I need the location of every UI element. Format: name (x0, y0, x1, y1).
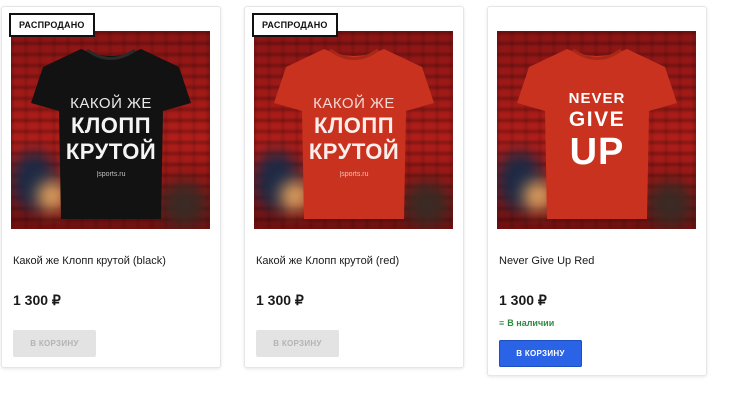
product-image[interactable]: КАКОЙ ЖЕ КЛОПП КРУТОЙ |sports.ru (254, 31, 453, 229)
shirt-print-line: КЛОПП (70, 113, 152, 138)
stock-status: ≡ В наличии (499, 318, 554, 328)
product-title[interactable]: Never Give Up Red (499, 255, 594, 267)
product-card[interactable]: КАКОЙ ЖЕ КЛОПП КРУТОЙ |sports.ru РАСПРОД… (244, 6, 464, 368)
sold-out-badge: РАСПРОДАНО (252, 13, 338, 37)
tshirt-graphic: КАКОЙ ЖЕ КЛОПП КРУТОЙ |sports.ru (29, 41, 193, 219)
product-card[interactable]: NEVER GIVE UP Never Give Up Red 1 300 ₽ … (487, 6, 707, 376)
shirt-print-line: КЛОПП (313, 113, 395, 138)
shirt-print-line: КАКОЙ ЖЕ (70, 95, 152, 112)
add-to-cart-button: В КОРЗИНУ (13, 330, 96, 357)
product-image[interactable]: NEVER GIVE UP (497, 31, 696, 229)
product-price: 1 300 ₽ (13, 292, 61, 308)
tshirt-graphic: КАКОЙ ЖЕ КЛОПП КРУТОЙ |sports.ru (272, 41, 436, 219)
product-price: 1 300 ₽ (499, 292, 547, 308)
stock-label: В наличии (507, 318, 555, 328)
shirt-print-line: UP (569, 131, 625, 173)
add-to-cart-button: В КОРЗИНУ (256, 330, 339, 357)
product-title[interactable]: Какой же Клопп крутой (red) (256, 255, 399, 267)
shirt-print-line: КАКОЙ ЖЕ (313, 95, 395, 112)
shirt-print-line: GIVE (568, 108, 626, 131)
shirt-print-line: |sports.ru (339, 171, 369, 178)
product-image[interactable]: КАКОЙ ЖЕ КЛОПП КРУТОЙ |sports.ru (11, 31, 210, 229)
product-card[interactable]: КАКОЙ ЖЕ КЛОПП КРУТОЙ |sports.ru РАСПРОД… (1, 6, 221, 368)
tshirt-graphic: NEVER GIVE UP (515, 41, 679, 219)
add-to-cart-button[interactable]: В КОРЗИНУ (499, 340, 582, 367)
product-price: 1 300 ₽ (256, 292, 304, 308)
shirt-print-line: КРУТОЙ (308, 139, 400, 164)
sold-out-badge: РАСПРОДАНО (9, 13, 95, 37)
shirt-print-line: |sports.ru (96, 171, 126, 178)
in-stock-icon: ≡ (499, 318, 505, 328)
shirt-print-line: NEVER (568, 90, 626, 107)
product-title[interactable]: Какой же Клопп крутой (black) (13, 255, 166, 267)
shirt-print-line: КРУТОЙ (65, 139, 157, 164)
